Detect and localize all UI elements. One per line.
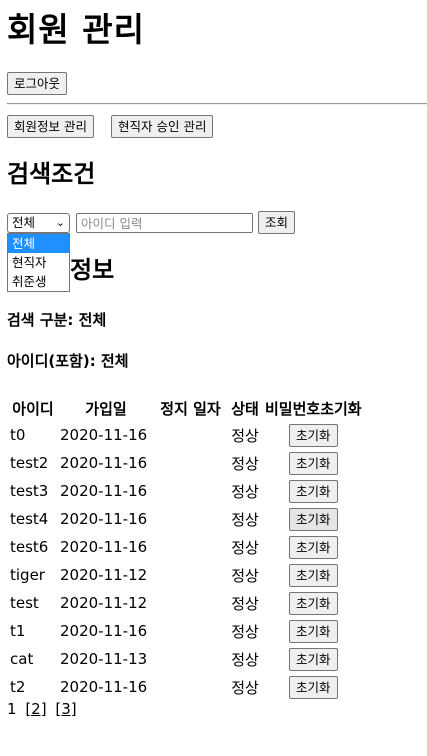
reset-password-button[interactable]: 초기화 [289,535,338,559]
cell-reset: 초기화 [264,562,363,588]
search-heading: 검색조건 [7,160,96,188]
table-row: t0 2020-11-16 정상 초기화 [9,422,363,448]
cell-suspended [155,562,226,588]
page-current: 1 [7,700,17,718]
col-suspended: 정지 일자 [160,399,221,418]
cell-reset: 초기화 [264,590,363,616]
cell-joined: 2020-11-16 [60,426,148,444]
option-jobseeker[interactable]: 취준생 [8,272,69,291]
cell-status: 정상 [231,622,259,641]
table-row: t1 2020-11-16 정상 초기화 [9,618,363,644]
cell-id: t1 [10,622,26,640]
reset-password-button[interactable]: 초기화 [289,591,338,615]
cell-status: 정상 [231,454,259,473]
cell-joined: 2020-11-16 [60,482,148,500]
cell-status: 정상 [231,566,259,585]
reset-password-button[interactable]: 초기화 [289,675,338,699]
cell-suspended [155,450,226,476]
option-all[interactable]: 전체 [8,234,69,253]
divider [7,103,427,105]
cell-suspended [155,422,226,448]
cell-status: 정상 [231,594,259,613]
select-value: 전체 [12,215,36,230]
col-status: 상태 [231,399,259,418]
cell-reset: 초기화 [264,618,363,644]
col-joined: 가입일 [85,399,127,418]
table-row: test 2020-11-12 정상 초기화 [9,590,363,616]
table-row: test4 2020-11-16 정상 초기화 [9,506,363,532]
reset-password-button[interactable]: 초기화 [289,479,338,503]
pagination: 1 [2] [3] [7,700,77,718]
cell-reset: 초기화 [264,478,363,504]
cell-status: 정상 [231,426,259,445]
cell-suspended [155,646,226,672]
cell-id: tiger [10,566,45,584]
logout-button[interactable]: 로그아웃 [7,72,68,95]
cell-status: 정상 [231,650,259,669]
category-summary: 검색 구분: 전체 [7,311,107,329]
cell-reset: 초기화 [264,646,363,672]
page-title: 회원 관리 [7,10,145,49]
employee-approval-button[interactable]: 현직자 승인 관리 [111,115,214,138]
cell-reset: 초기화 [264,422,363,448]
cell-joined: 2020-11-16 [60,454,148,472]
cell-suspended [155,618,226,644]
cell-status: 정상 [231,510,259,529]
option-employee[interactable]: 현직자 [8,253,69,272]
member-table: 아이디 가입일 정지 일자 상태 비밀번호초기화 t0 2020-11-16 정상 초… [7,394,365,702]
cell-status: 정상 [231,482,259,501]
cell-status: 정상 [231,678,259,697]
cell-id: t0 [10,426,26,444]
page-link-2[interactable]: [2] [25,700,46,718]
search-category-dropdown: 전체 현직자 취준생 [7,233,70,292]
search-category-select[interactable]: 전체 ⌄ [7,213,70,233]
cell-status: 정상 [231,538,259,557]
results-heading: 정보 [70,256,115,284]
cell-reset: 초기화 [264,506,363,532]
cell-id: test3 [10,482,49,500]
cell-suspended [155,534,226,560]
table-row: test2 2020-11-16 정상 초기화 [9,450,363,476]
table-header-row: 아이디 가입일 정지 일자 상태 비밀번호초기화 [9,396,363,420]
id-summary: 아이디(포함): 전체 [7,352,129,370]
table-row: test6 2020-11-16 정상 초기화 [9,534,363,560]
col-reset: 비밀번호초기화 [265,399,362,418]
cell-reset: 초기화 [264,534,363,560]
table-row: cat 2020-11-13 정상 초기화 [9,646,363,672]
col-id: 아이디 [12,399,54,418]
cell-suspended [155,478,226,504]
reset-password-button[interactable]: 초기화 [289,451,338,475]
table-row: t2 2020-11-16 정상 초기화 [9,674,363,700]
cell-suspended [155,674,226,700]
cell-id: test [10,594,39,612]
chevron-down-icon: ⌄ [55,216,65,229]
cell-id: test6 [10,538,49,556]
table-row: test3 2020-11-16 정상 초기화 [9,478,363,504]
cell-id: test2 [10,454,49,472]
id-search-input[interactable] [76,213,253,233]
reset-password-button[interactable]: 초기화 [289,507,338,531]
cell-id: test4 [10,510,49,528]
member-info-button[interactable]: 회원정보 관리 [7,115,94,138]
search-button[interactable]: 조회 [258,211,296,234]
cell-joined: 2020-11-12 [60,566,148,584]
cell-suspended [155,590,226,616]
reset-password-button[interactable]: 초기화 [289,423,338,447]
reset-password-button[interactable]: 초기화 [289,647,338,671]
cell-suspended [155,506,226,532]
reset-password-button[interactable]: 초기화 [289,619,338,643]
cell-joined: 2020-11-16 [60,538,148,556]
cell-reset: 초기화 [264,674,363,700]
cell-joined: 2020-11-13 [60,650,148,668]
cell-id: cat [10,650,34,668]
reset-password-button[interactable]: 초기화 [289,563,338,587]
cell-joined: 2020-11-12 [60,594,148,612]
cell-id: t2 [10,678,26,696]
cell-reset: 초기화 [264,450,363,476]
table-row: tiger 2020-11-12 정상 초기화 [9,562,363,588]
cell-joined: 2020-11-16 [60,622,148,640]
page-link-3[interactable]: [3] [55,700,76,718]
cell-joined: 2020-11-16 [60,678,148,696]
cell-joined: 2020-11-16 [60,510,148,528]
